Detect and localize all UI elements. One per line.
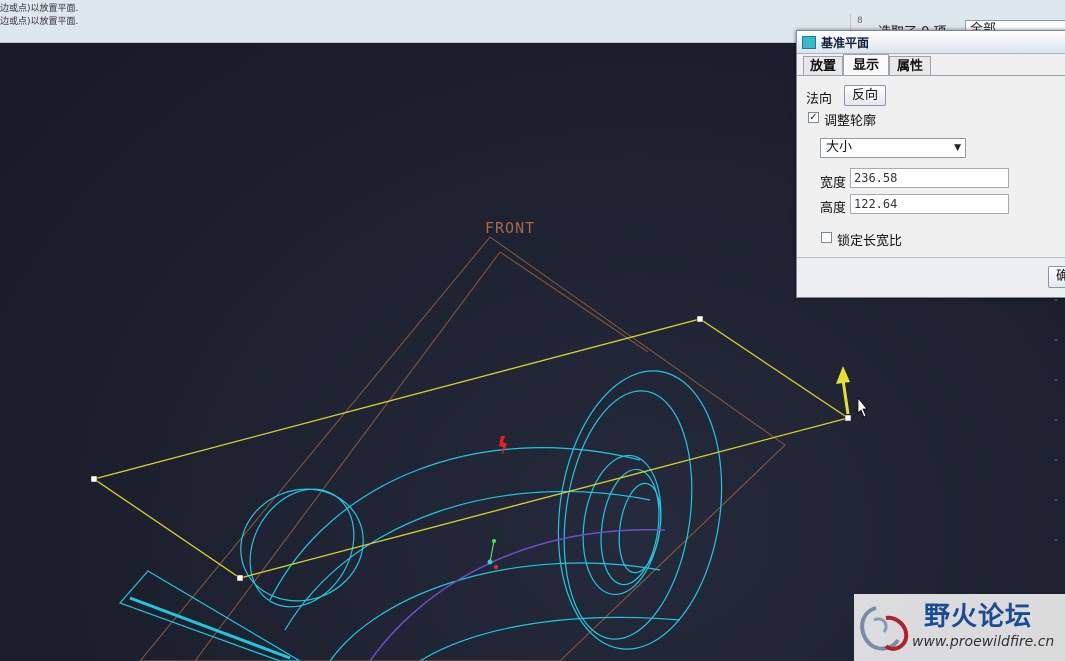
drag-handle[interactable] — [90, 475, 98, 483]
drag-handle[interactable] — [236, 574, 244, 582]
width-label: 宽度 — [820, 176, 847, 191]
datum-label-front[interactable]: FRONT — [485, 219, 535, 237]
ok-button[interactable]: 确定 — [1048, 266, 1065, 288]
selection-number: 8 — [857, 16, 863, 26]
height-field[interactable]: 122.64 — [850, 194, 1009, 214]
normal-direction-arrow-icon[interactable] — [836, 366, 850, 415]
tab-properties[interactable]: 属性 — [889, 56, 931, 75]
dialog-button-area: 确定 — [797, 258, 1065, 297]
tab-divider — [797, 75, 1065, 76]
message-line: 边或点)以放置平面. — [0, 4, 79, 14]
view-axis-ticks — [1054, 299, 1058, 541]
adjust-outline-label: 调整轮廓 — [824, 114, 877, 129]
drag-handle[interactable] — [844, 414, 852, 422]
datum-plane-dialog: 基准平面 放置 显示 属性 法向 反向 ✓ 调整轮廓 大小 ▼ 宽度 236.5… — [796, 30, 1065, 298]
dialog-title: 基准平面 — [821, 36, 870, 50]
tab-display[interactable]: 显示 — [843, 54, 889, 75]
watermark-logo-icon — [860, 606, 909, 651]
watermark-title: 野火论坛 — [924, 602, 1033, 632]
mouse-cursor-icon — [857, 397, 868, 418]
csys-triad-icon — [487, 539, 498, 569]
tab-strip: 放置 显示 属性 — [803, 54, 1065, 76]
part-edges[interactable] — [118, 360, 739, 661]
width-field[interactable]: 236.58 — [850, 168, 1009, 188]
dialog-title-bar[interactable]: 基准平面 — [797, 31, 1065, 54]
lock-ratio-label: 锁定长宽比 — [837, 234, 903, 249]
new-datum-plane-outline[interactable] — [92, 318, 850, 579]
red-marker-icon — [499, 436, 507, 456]
watermark-url: www.proewildfire.cn — [912, 634, 1055, 650]
drag-handle[interactable] — [696, 315, 704, 323]
sketch-curve[interactable] — [369, 529, 666, 661]
height-label: 高度 — [820, 201, 847, 216]
size-mode-value: 大小 — [826, 140, 853, 155]
forum-watermark: 野火论坛 www.proewildfire.cn — [854, 594, 1065, 661]
app-icon — [802, 36, 816, 49]
size-mode-dropdown[interactable]: 大小 ▼ — [820, 138, 966, 158]
normal-label: 法向 — [806, 92, 833, 107]
tab-placement[interactable]: 放置 — [803, 56, 843, 75]
lock-ratio-checkbox[interactable] — [821, 232, 832, 243]
flip-button[interactable]: 反向 — [844, 85, 886, 106]
adjust-outline-checkbox[interactable]: ✓ — [808, 112, 819, 123]
message-line: 边或点)以放置平面. — [0, 17, 79, 27]
dropdown-arrow-icon: ▼ — [954, 143, 961, 153]
